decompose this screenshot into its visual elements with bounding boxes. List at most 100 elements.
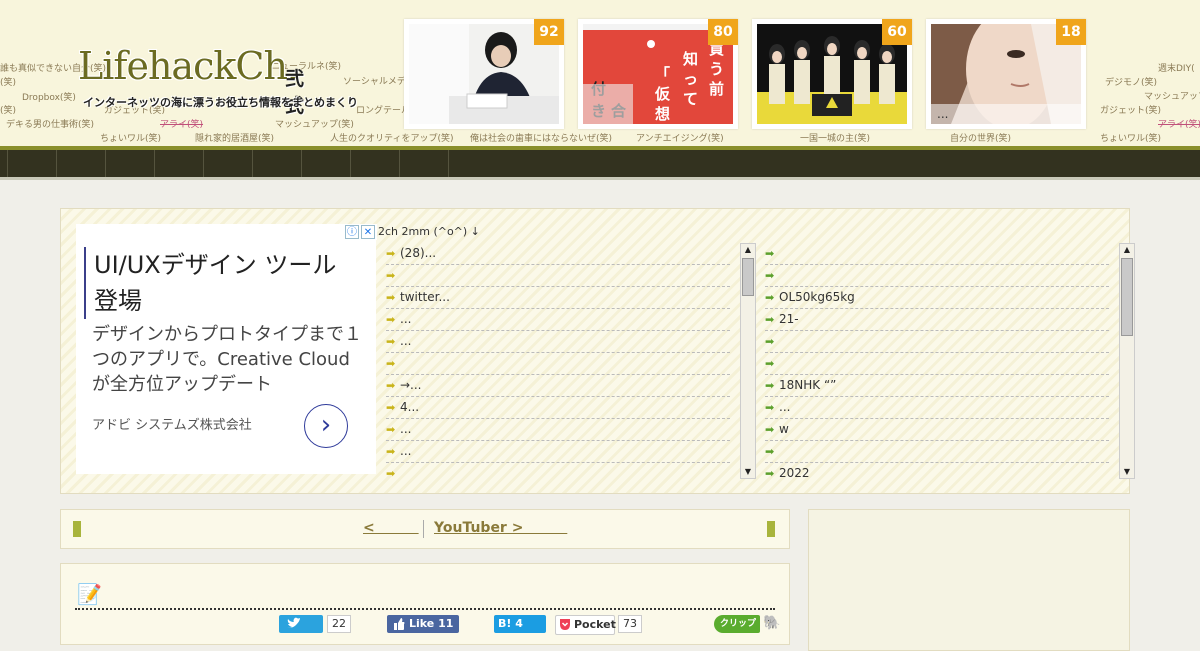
- feed-item[interactable]: ➡: [386, 463, 730, 479]
- arrow-right-icon: ➡: [386, 247, 396, 260]
- facebook-like-button[interactable]: Like 11: [387, 615, 459, 633]
- tag-cloud-word[interactable]: 隠れ家的居酒屋(笑): [195, 131, 274, 144]
- feed-item-text: OL50kg65kg: [779, 290, 855, 304]
- scroll-up-icon[interactable]: ▲: [1120, 244, 1134, 256]
- nav-item[interactable]: [154, 150, 203, 177]
- feed-item[interactable]: ➡ OL50kg65kg: [765, 287, 1109, 309]
- arrow-right-icon: ➡: [386, 379, 396, 392]
- arrow-right-icon: ➡: [386, 269, 396, 282]
- tag-cloud-word[interactable]: ガジェット(笑): [1100, 103, 1161, 116]
- feed-item[interactable]: ➡: [386, 265, 730, 287]
- nav-item[interactable]: [399, 150, 448, 177]
- info-icon[interactable]: ⓘ: [345, 225, 359, 239]
- feed-item[interactable]: ➡: [765, 243, 1109, 265]
- scroll-down-icon[interactable]: ▼: [741, 466, 755, 478]
- tag-cloud-word[interactable]: Dropbox(笑): [22, 90, 76, 103]
- nav-item[interactable]: [448, 150, 497, 177]
- feed-item[interactable]: ➡: [765, 441, 1109, 463]
- tag-cloud-word[interactable]: 一国一城の主(笑): [800, 131, 870, 144]
- twitter-bird-icon: [286, 615, 302, 639]
- tag-cloud-word[interactable]: 週末DIY(: [1158, 61, 1195, 74]
- nav-item[interactable]: [301, 150, 350, 177]
- tag-cloud-word[interactable]: マッシュアップ: [1144, 89, 1200, 102]
- feed-item[interactable]: ➡...: [386, 331, 730, 353]
- scroll-down-icon[interactable]: ▼: [1120, 466, 1134, 478]
- tag-cloud-word[interactable]: ちょいワル(笑): [100, 131, 161, 144]
- feed-item[interactable]: ➡...: [386, 441, 730, 463]
- feed-item[interactable]: ➡ 18NHK “”: [765, 375, 1109, 397]
- nav-item[interactable]: [252, 150, 301, 177]
- hatena-bookmark-button[interactable]: B! 4: [494, 615, 546, 633]
- feed-item[interactable]: ➡ 4...: [386, 397, 730, 419]
- tag-cloud-word[interactable]: アライ(笑): [160, 117, 203, 130]
- feed-item-text: 18NHK “”: [779, 378, 837, 392]
- feed-item[interactable]: ➡: [765, 353, 1109, 375]
- scrollbar-left[interactable]: ▲ ▼: [740, 243, 756, 479]
- close-icon[interactable]: ✕: [361, 225, 375, 239]
- chevron-right-icon: ›: [320, 410, 332, 440]
- tag-cloud-word[interactable]: ロングテール: [356, 103, 410, 116]
- arrow-right-icon: ➡: [765, 291, 775, 304]
- feed-item[interactable]: ➡ w: [765, 419, 1109, 441]
- tag-cloud-word[interactable]: ちょいワル(笑): [1100, 131, 1161, 144]
- featured-thumbnail-2[interactable]: 買う前 知って 「仮想 付き 合 80: [578, 19, 738, 129]
- feed-item[interactable]: ➡...: [386, 419, 730, 441]
- tag-cloud-word[interactable]: ソーシャルメデ: [343, 74, 406, 87]
- featured-thumbnail-4[interactable]: 18 ...: [926, 19, 1086, 129]
- arrow-right-icon: ➡: [765, 379, 775, 392]
- nav-item[interactable]: [203, 150, 252, 177]
- ad-body[interactable]: デザインからプロトタイプまで１つのアプリで。Creative Cloudが全方位…: [92, 322, 362, 397]
- feed-item-text: 2022: [779, 466, 810, 479]
- scroll-up-icon[interactable]: ▲: [741, 244, 755, 256]
- nav-item[interactable]: [7, 150, 56, 177]
- tag-cloud-word[interactable]: デジモノ(笑): [1105, 75, 1157, 88]
- ad-advertiser[interactable]: アドビ システムズ株式会社: [92, 414, 252, 433]
- tag-cloud-word[interactable]: デキる男の仕事術(笑): [6, 117, 94, 130]
- evernote-clip-button[interactable]: クリップ: [714, 615, 760, 633]
- thumbs-up-icon: [393, 615, 405, 639]
- tag-cloud-word[interactable]: アライ(笑): [1158, 117, 1200, 130]
- featured-thumbnail-1[interactable]: 92: [404, 19, 564, 129]
- nav-item[interactable]: [350, 150, 399, 177]
- pocket-button[interactable]: Pocket 73: [555, 615, 642, 635]
- scroll-thumb[interactable]: [1121, 258, 1133, 336]
- scrollbar-right[interactable]: ▲ ▼: [1119, 243, 1135, 479]
- feed-item[interactable]: ➡...: [386, 309, 730, 331]
- tag-cloud-word[interactable]: マッシュアップ(笑): [275, 117, 354, 130]
- prev-article-link[interactable]: <: [363, 520, 419, 536]
- next-article-link[interactable]: YouTuber >: [434, 520, 567, 536]
- nav-item[interactable]: [105, 150, 154, 177]
- tag-cloud-word[interactable]: アンチエイジング(笑): [636, 131, 724, 144]
- site-header: デキる男の仕事術(笑) ちょいワル(笑) 隠れ家的居酒屋(笑) 人生のクオリティをアッ…: [0, 0, 1200, 146]
- feed-list-left: ➡ (28)... ➡ ➡ twitter... ➡... ➡... ➡ ➡ →... ➡ 4... ➡…: [386, 243, 756, 479]
- feed-item[interactable]: ➡ 21-: [765, 309, 1109, 331]
- feed-item[interactable]: ➡ twitter...: [386, 287, 730, 309]
- advertisement[interactable]: UI/UXデザイン ツール登場 デザインからプロトタイプまで１つのアプリで。Cr…: [76, 224, 376, 474]
- twitter-share-button[interactable]: 22: [279, 615, 351, 633]
- feed-item[interactable]: ➡: [386, 353, 730, 375]
- tag-cloud-word[interactable]: 俺は社会の歯車にはならないぜ(笑): [470, 131, 612, 144]
- ad-headline[interactable]: UI/UXデザイン ツール登場: [84, 247, 344, 319]
- site-logo[interactable]: LifehackCh. 弐式: [78, 44, 304, 117]
- ad-arrow-button[interactable]: ›: [304, 404, 348, 448]
- tag-cloud-word[interactable]: 自分の世界(笑): [950, 131, 1011, 144]
- feed-item-text: ...: [400, 422, 412, 436]
- feed-item-text: ...: [400, 334, 412, 348]
- tag-cloud-word[interactable]: (笑): [0, 75, 16, 88]
- svg-text:て: て: [683, 90, 698, 108]
- feed-item[interactable]: ➡: [765, 331, 1109, 353]
- tag-cloud-word[interactable]: (笑): [0, 103, 16, 116]
- tag-cloud-word[interactable]: 人生のクオリティをアップ(笑): [330, 131, 453, 144]
- scroll-thumb[interactable]: [742, 258, 754, 296]
- feed-item[interactable]: ➡...: [765, 397, 1109, 419]
- ad-choices[interactable]: ⓘ ✕: [345, 224, 377, 240]
- arrow-right-icon: ➡: [386, 357, 396, 370]
- feed-item[interactable]: ➡: [765, 265, 1109, 287]
- feed-item[interactable]: ➡ →...: [386, 375, 730, 397]
- feed-item[interactable]: ➡ (28)...: [386, 243, 730, 265]
- arrow-right-icon: ➡: [386, 291, 396, 304]
- arrow-right-icon: ➡: [765, 445, 775, 458]
- feed-item[interactable]: ➡ 2022: [765, 463, 1109, 479]
- nav-item[interactable]: [56, 150, 105, 177]
- featured-thumbnail-3[interactable]: 60: [752, 19, 912, 129]
